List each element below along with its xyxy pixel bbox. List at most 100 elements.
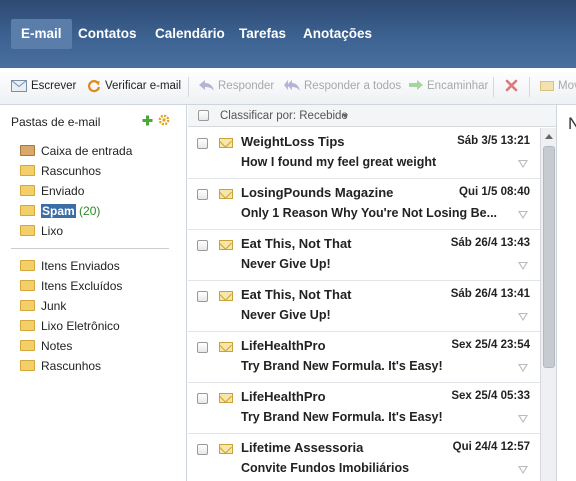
- envelope-icon: [219, 444, 233, 454]
- scroll-up-arrow-icon[interactable]: [545, 134, 553, 139]
- message-row[interactable]: WeightLoss Tips Sáb 3/5 13:21 How I foun…: [188, 128, 540, 179]
- message-sender: Lifetime Assessoria: [241, 440, 364, 455]
- compose-button[interactable]: Escrever: [11, 68, 76, 105]
- tab-contacts[interactable]: Contatos: [68, 19, 147, 49]
- message-row[interactable]: LifeHealthPro Sex 25/4 05:33 Try Brand N…: [188, 383, 540, 434]
- folder-label: Enviado: [41, 184, 85, 198]
- refresh-icon: [87, 80, 101, 93]
- envelope-icon: [219, 138, 233, 148]
- select-all-checkbox[interactable]: [198, 110, 209, 121]
- move-label: Mov: [558, 80, 576, 92]
- envelope-icon: [219, 240, 233, 250]
- check-mail-button[interactable]: Verificar e-mail: [87, 68, 181, 105]
- tab-calendar[interactable]: Calendário: [145, 19, 235, 49]
- envelope-icon: [219, 342, 233, 352]
- message-date: Qui 1/5 08:40: [459, 186, 530, 198]
- folder-notes[interactable]: Notes: [20, 336, 72, 356]
- forward-label: Encaminhar: [427, 80, 489, 92]
- message-checkbox[interactable]: [197, 444, 208, 455]
- delete-button[interactable]: [505, 68, 522, 105]
- flag-icon[interactable]: [518, 415, 528, 423]
- folder-icon: [20, 280, 35, 292]
- message-checkbox[interactable]: [197, 138, 208, 149]
- reply-all-button[interactable]: Responder a todos: [284, 68, 401, 105]
- folder-sent-items[interactable]: Itens Enviados: [20, 256, 120, 276]
- move-button[interactable]: Mov: [540, 68, 576, 105]
- flag-icon[interactable]: [518, 211, 528, 219]
- sort-dropdown[interactable]: Classificar por: Recebido: [220, 105, 348, 127]
- message-sender: WeightLoss Tips: [241, 134, 345, 149]
- reading-pane: N: [556, 105, 576, 481]
- message-checkbox[interactable]: [197, 189, 208, 200]
- flag-icon[interactable]: [518, 313, 528, 321]
- folder-icon: [20, 225, 35, 237]
- reply-arrow-icon: [199, 80, 214, 92]
- message-sender: LifeHealthPro: [241, 338, 326, 353]
- compose-label: Escrever: [31, 80, 77, 92]
- folder-icon: [20, 260, 35, 272]
- message-checkbox[interactable]: [197, 240, 208, 251]
- message-checkbox[interactable]: [197, 393, 208, 404]
- message-checkbox[interactable]: [197, 291, 208, 302]
- folder-drafts-2[interactable]: Rascunhos: [20, 356, 101, 376]
- folder-icon: [20, 340, 35, 352]
- folder-label: Itens Excluídos: [41, 279, 123, 293]
- reading-pane-title: N: [568, 114, 576, 133]
- message-date: Sáb 26/4 13:41: [450, 288, 530, 300]
- folder-deleted-items[interactable]: Itens Excluídos: [20, 276, 122, 296]
- check-mail-label: Verificar e-mail: [105, 80, 182, 92]
- folder-icon: [20, 165, 35, 177]
- folder-sidebar: Pastas de e-mail Caixa de entrada Rascun…: [0, 105, 187, 481]
- scrollbar-thumb[interactable]: [543, 146, 555, 368]
- flag-icon[interactable]: [518, 364, 528, 372]
- folder-sent[interactable]: Enviado: [20, 181, 84, 201]
- folder-trash[interactable]: Lixo: [20, 221, 63, 241]
- folder-settings-gear-icon[interactable]: [158, 114, 170, 126]
- reply-all-label: Responder a todos: [304, 80, 402, 92]
- folder-icon: [20, 320, 35, 332]
- message-subject: How I found my feel great weight: [241, 155, 437, 169]
- reply-button[interactable]: Responder: [199, 68, 274, 105]
- message-sender: LosingPounds Magazine: [241, 185, 394, 200]
- compose-envelope-icon: [11, 79, 27, 92]
- flag-icon[interactable]: [518, 262, 528, 270]
- message-date: Sáb 26/4 13:43: [450, 237, 530, 249]
- tab-email[interactable]: E-mail: [11, 19, 72, 49]
- message-checkbox[interactable]: [197, 342, 208, 353]
- message-row[interactable]: LosingPounds Magazine Qui 1/5 08:40 Only…: [188, 179, 540, 230]
- delete-x-icon: [505, 80, 518, 92]
- folder-icon: [20, 205, 35, 217]
- add-folder-icon[interactable]: [142, 115, 153, 126]
- reply-label: Responder: [218, 80, 275, 92]
- message-sender: Eat This, Not That: [241, 287, 352, 302]
- message-list-scrollbar[interactable]: [540, 128, 556, 481]
- tab-notes[interactable]: Anotações: [293, 19, 382, 49]
- folder-label: Caixa de entrada: [41, 144, 133, 158]
- flag-icon[interactable]: [518, 466, 528, 474]
- message-row[interactable]: Eat This, Not That Sáb 26/4 13:43 Never …: [188, 230, 540, 281]
- folder-spam[interactable]: Spam (20): [20, 201, 100, 221]
- message-subject: Only 1 Reason Why You're Not Losing Be..…: [241, 206, 498, 220]
- message-row[interactable]: Lifetime Assessoria Qui 24/4 12:57 Convi…: [188, 434, 540, 481]
- chevron-down-icon[interactable]: [342, 114, 348, 118]
- forward-button[interactable]: Encaminhar: [409, 68, 488, 105]
- folder-junk[interactable]: Junk: [20, 296, 66, 316]
- tab-tasks[interactable]: Tarefas: [229, 19, 296, 49]
- folder-label: Notes: [41, 339, 73, 353]
- message-subject: Try Brand New Formula. It's Easy!: [241, 359, 443, 373]
- inbox-icon: [20, 145, 35, 157]
- folder-inbox[interactable]: Caixa de entrada: [20, 141, 132, 161]
- folder-label: Rascunhos: [41, 359, 102, 373]
- message-row[interactable]: Eat This, Not That Sáb 26/4 13:41 Never …: [188, 281, 540, 332]
- message-list-header: Classificar por: Recebido: [188, 105, 556, 127]
- folders-heading: Pastas de e-mail: [11, 115, 101, 129]
- envelope-icon: [219, 291, 233, 301]
- message-subject: Never Give Up!: [241, 308, 331, 322]
- folder-drafts[interactable]: Rascunhos: [20, 161, 101, 181]
- flag-icon[interactable]: [518, 160, 528, 168]
- envelope-icon: [219, 393, 233, 403]
- message-row[interactable]: LifeHealthPro Sex 25/4 23:54 Try Brand N…: [188, 332, 540, 383]
- folder-junk-email[interactable]: Lixo Eletrônico: [20, 316, 120, 336]
- message-sender: LifeHealthPro: [241, 389, 326, 404]
- folder-icon: [20, 185, 35, 197]
